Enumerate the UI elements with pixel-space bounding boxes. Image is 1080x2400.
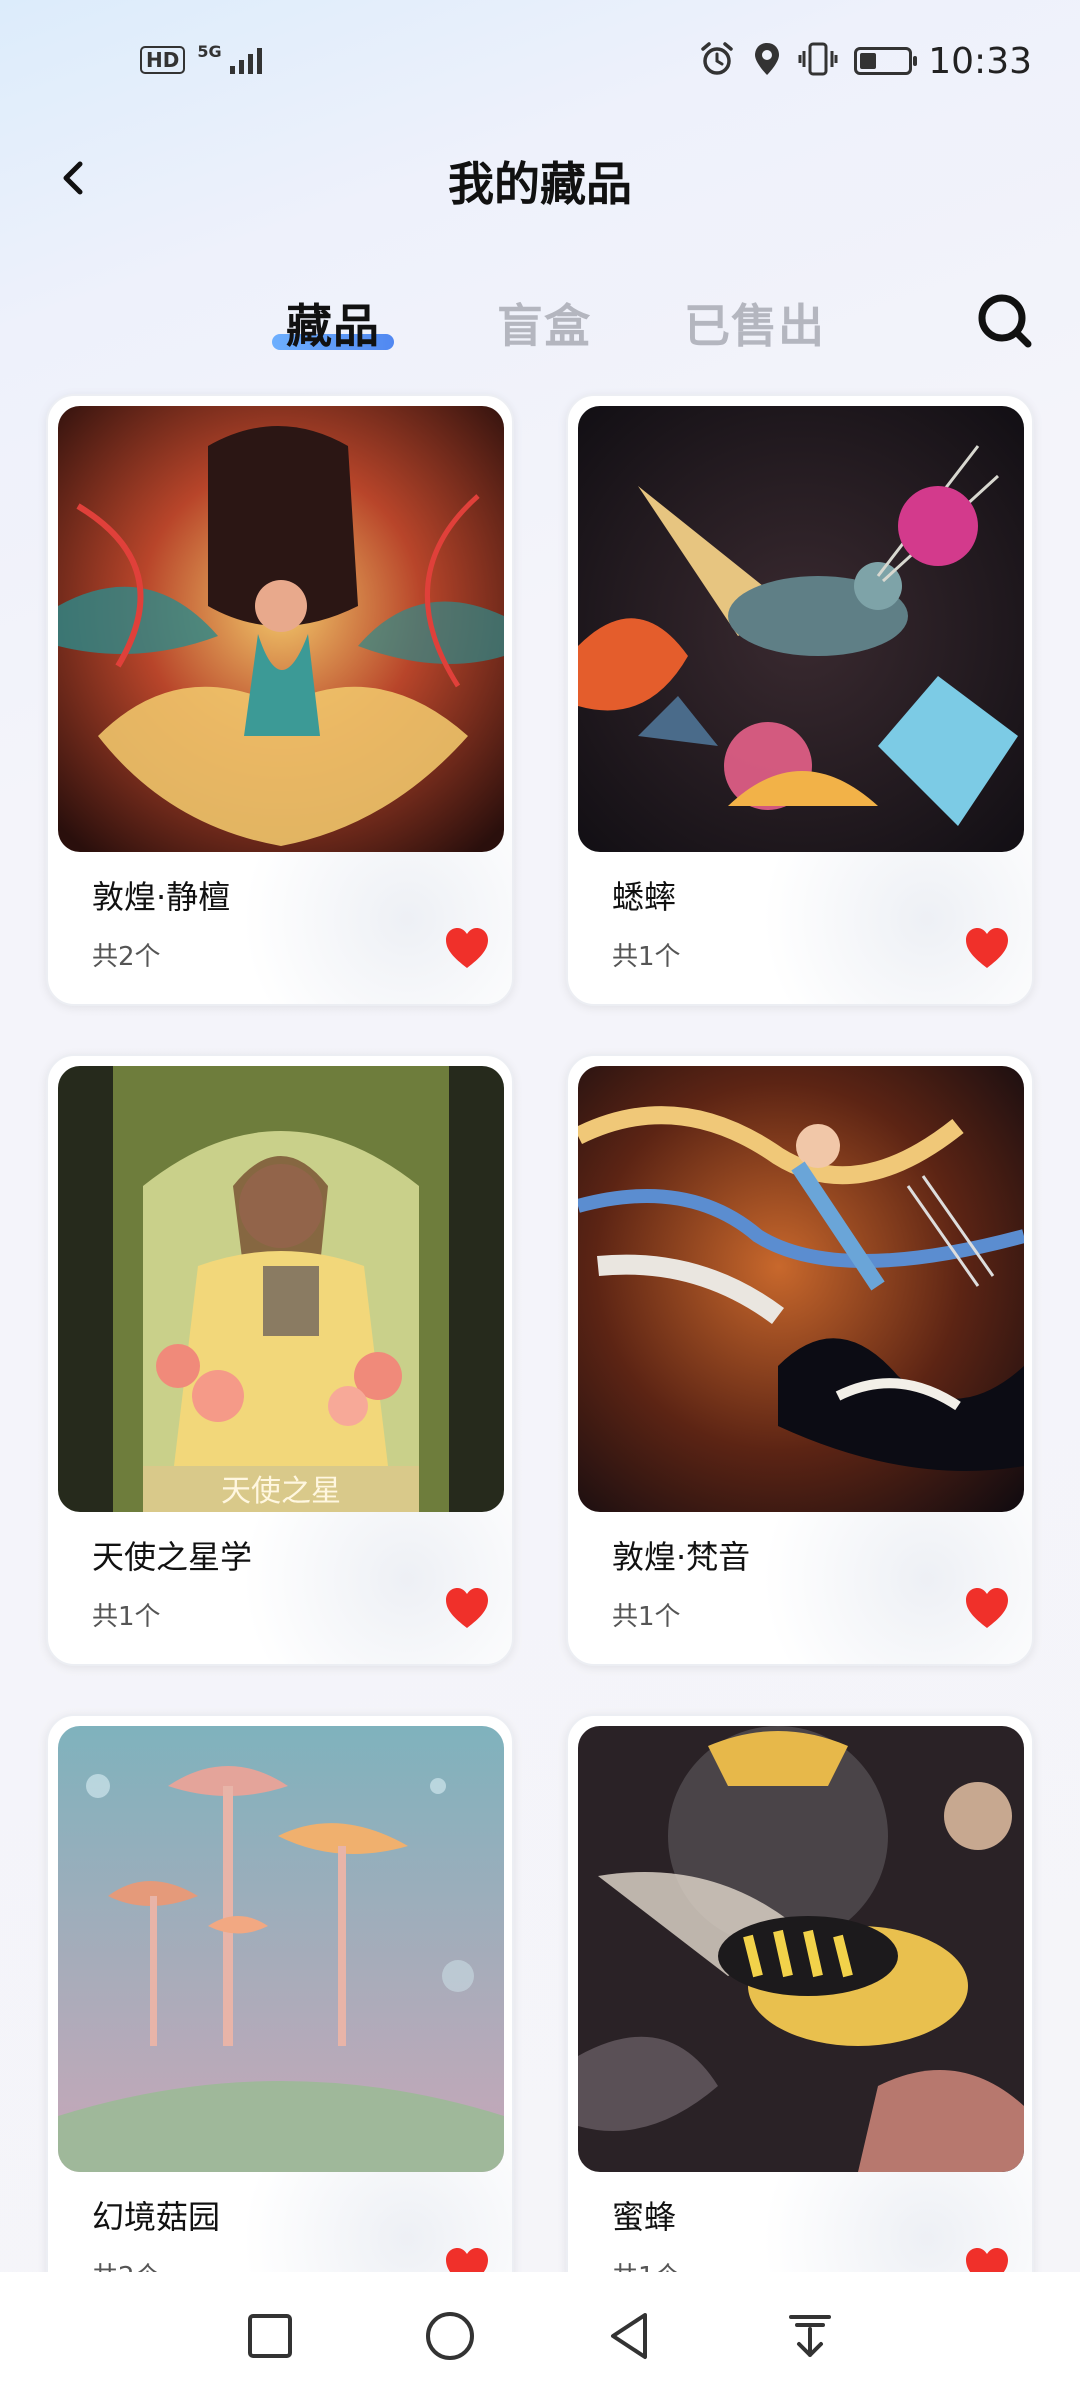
item-name: 幻境菇园: [92, 2198, 221, 2236]
heart-icon[interactable]: [444, 1586, 490, 1630]
tab-bar: 藏品 盲盒 已售出: [0, 280, 1080, 360]
item-name: 蟋蟀: [612, 878, 677, 916]
collection-card[interactable]: 天使之星 天使之星学 共1个: [46, 1054, 514, 1666]
alarm-icon: [698, 40, 736, 82]
item-count: 共1个: [612, 942, 681, 972]
artwork-image: [578, 406, 1024, 852]
location-icon: [752, 41, 782, 81]
item-name: 天使之星学: [92, 1538, 253, 1576]
heart-icon[interactable]: [964, 1586, 1010, 1630]
status-time: 10:33: [928, 40, 1032, 82]
item-name: 敦煌·静檀: [92, 878, 231, 916]
status-bar-right: 10:33: [698, 40, 1032, 82]
collection-card[interactable]: 敦煌·梵音 共1个: [566, 1054, 1034, 1666]
tab-blind-boxes[interactable]: 盲盒: [497, 290, 591, 356]
search-button[interactable]: [970, 286, 1040, 356]
battery-icon: [854, 47, 918, 75]
tab-sold[interactable]: 已售出: [684, 290, 825, 356]
search-icon: [978, 294, 1032, 348]
page-title: 我的藏品: [448, 157, 632, 211]
collection-card[interactable]: 敦煌·静檀 共2个: [46, 394, 514, 1006]
network-type: 5G: [197, 42, 222, 61]
back-nav-button[interactable]: [600, 2306, 660, 2366]
heart-icon[interactable]: [964, 926, 1010, 970]
collection-card[interactable]: 蟋蟀 共1个: [566, 394, 1034, 1006]
item-name: 蜜蜂: [612, 2198, 677, 2236]
artwork-image: [58, 1726, 504, 2172]
item-name: 敦煌·梵音: [612, 1538, 751, 1576]
artwork-image: [578, 1726, 1024, 2172]
collection-card[interactable]: 幻境菇园 共2个: [46, 1714, 514, 2326]
square-icon: [248, 2314, 292, 2358]
item-count: 共2个: [92, 942, 161, 972]
artwork-image: [58, 406, 504, 852]
status-bar: HD 5G 10:33: [0, 0, 1080, 130]
vibrate-icon: [798, 41, 838, 81]
notification-pull-button[interactable]: [780, 2306, 840, 2366]
collection-card[interactable]: 蜜蜂 共1个: [566, 1714, 1034, 2326]
battery-fill: [860, 53, 877, 69]
artwork-image: [578, 1066, 1024, 1512]
heart-icon[interactable]: [444, 926, 490, 970]
signal-icon: 5G: [197, 44, 273, 76]
header: 我的藏品: [0, 130, 1080, 230]
home-button[interactable]: [420, 2306, 480, 2366]
status-bar-left: HD 5G: [140, 44, 274, 76]
artwork-inscription: 天使之星: [221, 1474, 341, 1509]
circle-icon: [426, 2312, 474, 2360]
triangle-back-icon: [611, 2313, 647, 2359]
screen: HD 5G 10:33 我的藏品 藏品 盲盒 已售出 敦煌·静檀 共2个 蟋蟀 …: [0, 0, 1080, 2400]
item-count: 共1个: [612, 1602, 681, 1632]
pull-down-icon: [789, 2315, 831, 2357]
system-nav-bar: [0, 2272, 1080, 2400]
artwork-image: 天使之星: [58, 1066, 504, 1512]
tab-collections[interactable]: 藏品: [286, 290, 380, 356]
item-count: 共1个: [92, 1602, 161, 1632]
hd-badge: HD: [140, 46, 186, 74]
recent-apps-button[interactable]: [240, 2306, 300, 2366]
